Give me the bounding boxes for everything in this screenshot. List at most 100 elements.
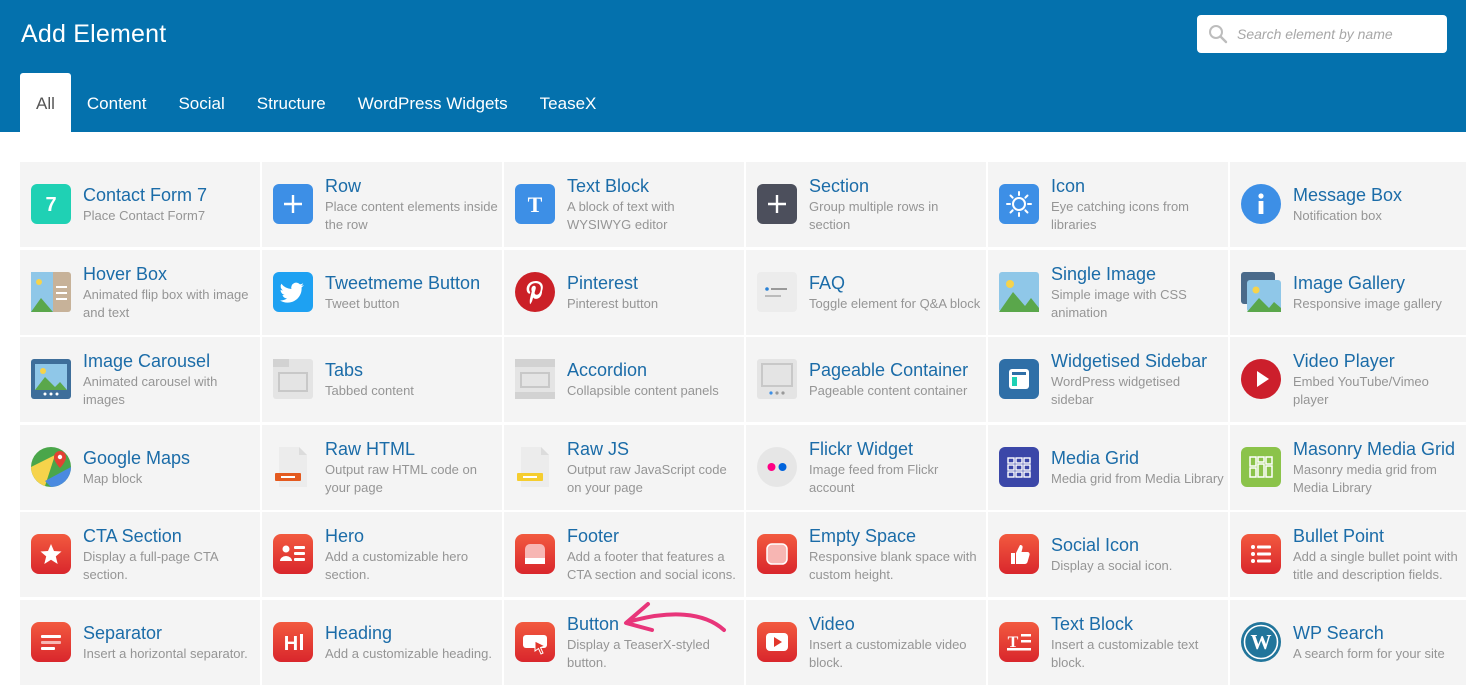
element-name: Separator <box>83 623 163 643</box>
element-description: Tabbed content <box>325 383 414 398</box>
element-name: Image Carousel <box>83 351 211 371</box>
element-description: Eye catching icons from libraries <box>1051 199 1190 232</box>
element-card-video[interactable]: Video Insert a customizable video block. <box>746 600 986 685</box>
element-description: Pageable content container <box>809 383 968 398</box>
element-name: Bullet Point <box>1293 526 1385 546</box>
element-card-text-block[interactable]: T Text Block A block of text with WYSIWYG … <box>504 162 744 247</box>
tab-all[interactable]: All <box>20 73 71 132</box>
element-card-raw-js[interactable]: Raw JS Output raw JavaScript code on your… <box>504 425 744 510</box>
element-card-text: Heading Add a customizable heading. <box>325 623 498 663</box>
element-card-text: Social Icon Display a social icon. <box>1051 535 1224 575</box>
element-card-text: Flickr Widget Image feed from Flickr acco… <box>809 439 982 496</box>
element-card-text: Masonry Media Grid Masonry media grid fro… <box>1293 439 1462 496</box>
element-card-cta-section[interactable]: CTA Section Display a full-page CTA secti… <box>20 512 260 597</box>
tab-social[interactable]: Social <box>162 73 240 132</box>
element-name: Widgetised Sidebar <box>1051 351 1208 371</box>
element-description: Tweet button <box>325 296 400 311</box>
element-grid: 7 Contact Form 7 Place Contact Form7 Row Pla… <box>20 162 1466 692</box>
element-name: Tabs <box>325 360 364 380</box>
element-card-media-grid[interactable]: Media Grid Media grid from Media Library <box>988 425 1228 510</box>
element-card-row[interactable]: Row Place content elements inside the row <box>262 162 502 247</box>
element-card-contact-form-7[interactable]: 7 Contact Form 7 Place Contact Form7 <box>20 162 260 247</box>
element-card-social-icon[interactable]: Social Icon Display a social icon. <box>988 512 1228 597</box>
tab-structure[interactable]: Structure <box>241 73 342 132</box>
masonry-grid-icon <box>1241 447 1281 487</box>
element-card-google-maps[interactable]: Google Maps Map block <box>20 425 260 510</box>
element-card-hero[interactable]: Hero Add a customizable hero section. <box>262 512 502 597</box>
element-name: Social Icon <box>1051 535 1140 555</box>
element-description: Notification box <box>1293 208 1382 223</box>
element-card-text: Section Group multiple rows in section <box>809 176 982 233</box>
text-t-icon: T <box>515 184 555 224</box>
element-card-single-image[interactable]: Single Image Simple image with CSS animat… <box>988 250 1228 335</box>
element-card-button[interactable]: Button Display a TeaserX-styled button. <box>504 600 744 685</box>
element-card-tweetmeme-button[interactable]: Tweetmeme Button Tweet button <box>262 250 502 335</box>
element-name: WP Search <box>1293 623 1384 643</box>
element-card-text: Tabs Tabbed content <box>325 360 498 400</box>
element-card-pageable-container[interactable]: Pageable Container Pageable content conta… <box>746 337 986 422</box>
element-name: Raw HTML <box>325 439 416 459</box>
section-plus-icon <box>757 184 797 224</box>
element-description: Add a single bullet point with title and… <box>1293 549 1458 582</box>
element-name: Heading <box>325 623 393 643</box>
element-card-text: Video Insert a customizable video block. <box>809 614 982 671</box>
element-card-text: Message Box Notification box <box>1293 185 1462 225</box>
element-card-footer[interactable]: Footer Add a footer that features a CTA s… <box>504 512 744 597</box>
element-description: Add a footer that features a CTA section… <box>567 549 736 582</box>
element-card-masonry-media-grid[interactable]: Masonry Media Grid Masonry media grid fro… <box>1230 425 1466 510</box>
svg-text:W: W <box>1251 630 1272 654</box>
element-description: Group multiple rows in section <box>809 199 939 232</box>
element-name: Media Grid <box>1051 448 1140 468</box>
element-card-icon[interactable]: Icon Eye catching icons from libraries <box>988 162 1228 247</box>
element-description: WordPress widgetised sidebar <box>1051 374 1181 407</box>
element-card-image-gallery[interactable]: Image Gallery Responsive image gallery <box>1230 250 1466 335</box>
element-card-image-carousel[interactable]: Image Carousel Animated carousel with ima… <box>20 337 260 422</box>
element-name: Hover Box <box>83 264 168 284</box>
search-box[interactable] <box>1197 15 1447 53</box>
element-card-text: Hover Box Animated flip box with image an… <box>83 264 256 321</box>
video-icon <box>757 622 797 662</box>
play-circle-icon <box>1241 359 1281 399</box>
element-card-text: CTA Section Display a full-page CTA secti… <box>83 526 256 583</box>
element-card-faq[interactable]: FAQ Toggle element for Q&A block <box>746 250 986 335</box>
element-card-text: Text Block Insert a customizable text blo… <box>1051 614 1224 671</box>
element-name: Single Image <box>1051 264 1157 284</box>
element-card-text: Button Display a TeaserX-styled button. <box>567 614 740 671</box>
element-description: Insert a horizontal separator. <box>83 646 248 661</box>
tab-wordpress-widgets[interactable]: WordPress Widgets <box>342 73 524 132</box>
element-card-separator[interactable]: Separator Insert a horizontal separator. <box>20 600 260 685</box>
element-card-empty-space[interactable]: Empty Space Responsive blank space with c… <box>746 512 986 597</box>
image-carousel-icon <box>31 359 71 399</box>
element-name: Hero <box>325 526 365 546</box>
element-name: Video <box>809 614 855 634</box>
element-card-widgetised-sidebar[interactable]: Widgetised Sidebar WordPress widgetised s… <box>988 337 1228 422</box>
image-gallery-icon <box>1241 272 1281 312</box>
element-card-bullet-point[interactable]: Bullet Point Add a single bullet point wi… <box>1230 512 1466 597</box>
element-card-message-box[interactable]: Message Box Notification box <box>1230 162 1466 247</box>
element-card-heading[interactable]: H Heading Add a customizable heading. <box>262 600 502 685</box>
element-card-wp-search[interactable]: W WP Search A search form for your site <box>1230 600 1466 685</box>
element-card-accordion[interactable]: Accordion Collapsible content panels <box>504 337 744 422</box>
element-card-text: Bullet Point Add a single bullet point wi… <box>1293 526 1462 583</box>
element-card-text-block[interactable]: T Text Block Insert a customizable text bl… <box>988 600 1228 685</box>
element-card-tabs[interactable]: Tabs Tabbed content <box>262 337 502 422</box>
element-card-flickr-widget[interactable]: Flickr Widget Image feed from Flickr acco… <box>746 425 986 510</box>
search-input[interactable] <box>1237 26 1437 42</box>
tab-teasex[interactable]: TeaseX <box>524 73 613 132</box>
element-card-raw-html[interactable]: Raw HTML Output raw HTML code on your pag… <box>262 425 502 510</box>
element-name: Flickr Widget <box>809 439 914 459</box>
heading-icon: H <box>273 622 313 662</box>
element-card-text: Separator Insert a horizontal separator. <box>83 623 256 663</box>
element-description: Place Contact Form7 <box>83 208 206 223</box>
element-description: Output raw JavaScript code on your page <box>567 462 727 495</box>
element-card-video-player[interactable]: Video Player Embed YouTube/Vimeo player <box>1230 337 1466 422</box>
wordpress-icon: W <box>1241 622 1281 662</box>
element-card-text: Google Maps Map block <box>83 448 256 488</box>
pinterest-icon <box>515 272 555 312</box>
element-card-section[interactable]: Section Group multiple rows in section <box>746 162 986 247</box>
svg-text:7: 7 <box>45 194 56 216</box>
tab-content[interactable]: Content <box>71 73 163 132</box>
element-description: Masonry media grid from Media Library <box>1293 462 1437 495</box>
element-card-hover-box[interactable]: Hover Box Animated flip box with image an… <box>20 250 260 335</box>
element-card-pinterest[interactable]: Pinterest Pinterest button <box>504 250 744 335</box>
